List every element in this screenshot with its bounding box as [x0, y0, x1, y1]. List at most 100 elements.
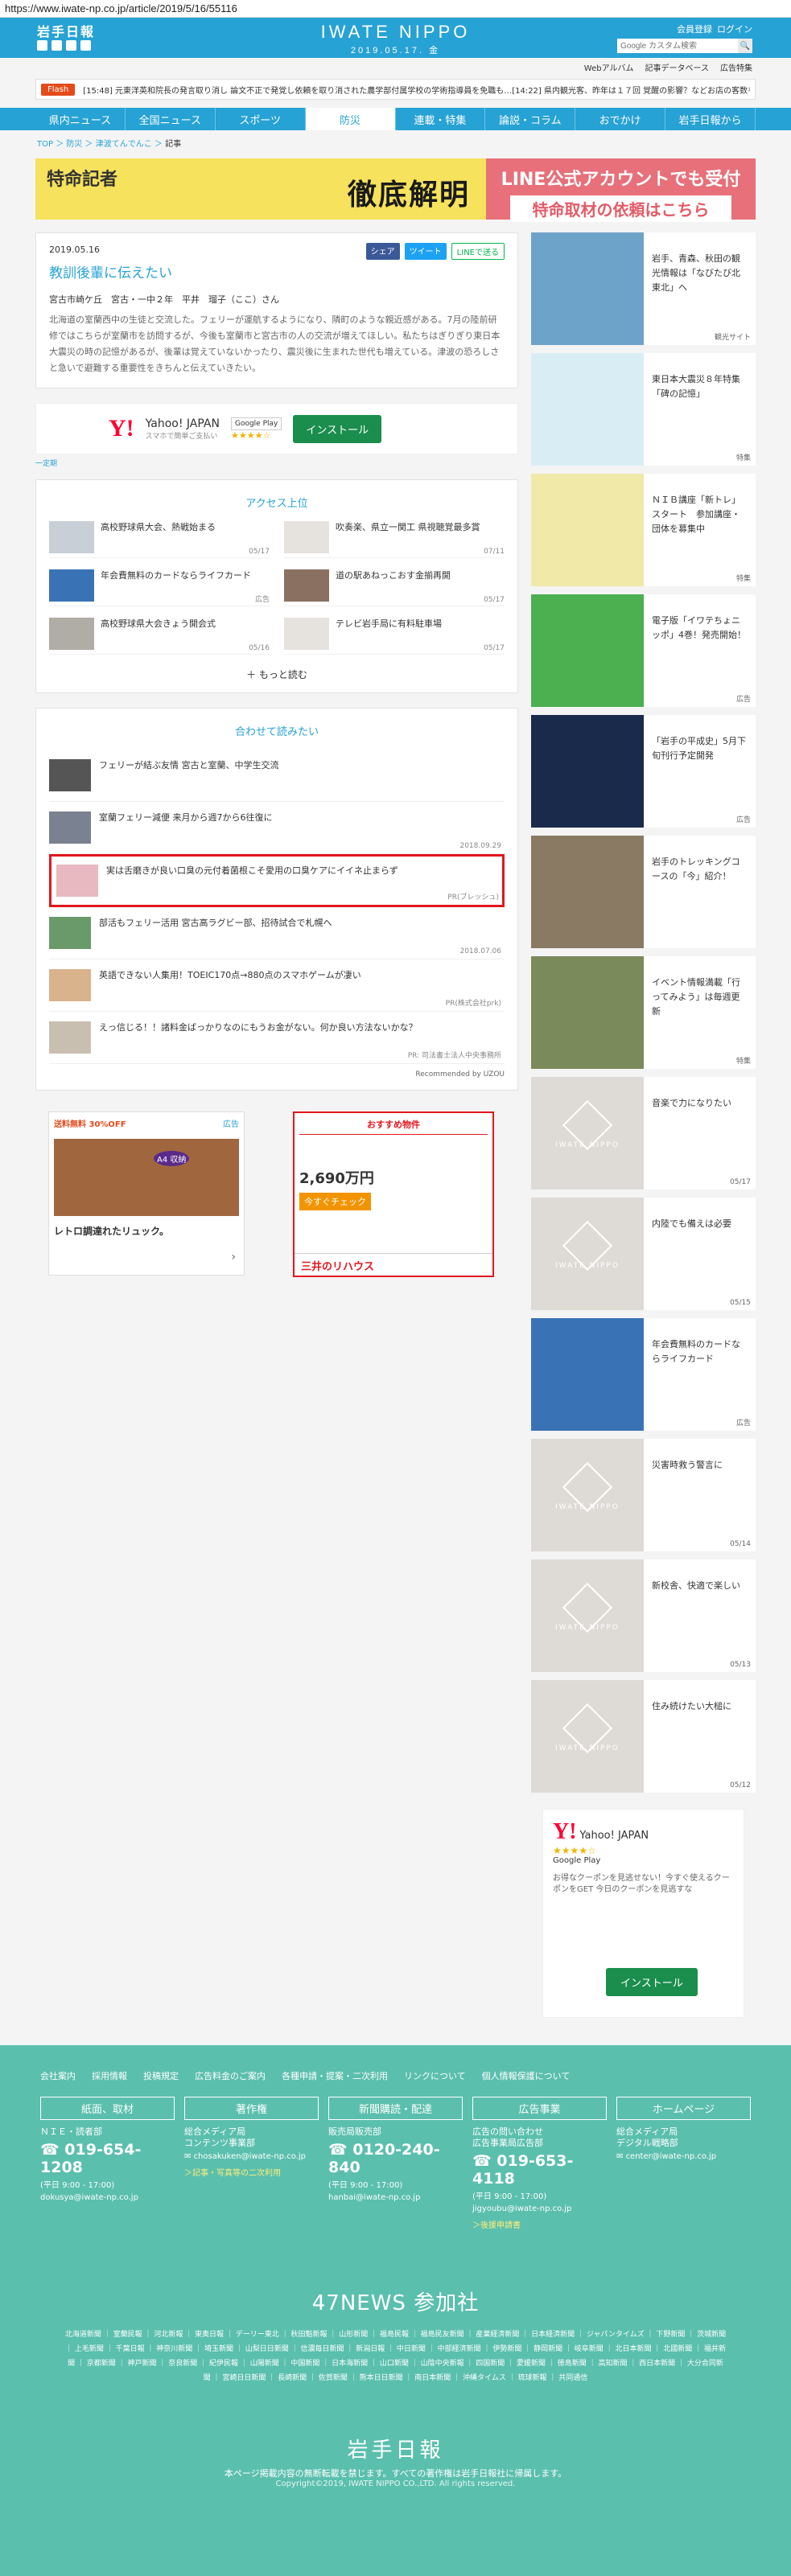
ranking-text: 高校野球県大会、熱戦始まる	[101, 522, 216, 532]
search-icon[interactable]: 🔍	[738, 39, 752, 53]
web-album-link[interactable]: Webアルバム	[584, 61, 634, 73]
ranking-item[interactable]: 年会費無料のカードならライフカード 広告	[49, 569, 270, 606]
sidebar-item[interactable]: イベント情報満載「行ってみよう」は毎週更新 特集	[531, 956, 756, 1069]
house-ad-cta[interactable]: 今すぐチェック	[299, 1193, 371, 1210]
footer-col-head[interactable]: 紙面、取材	[40, 2097, 175, 2120]
nav-local[interactable]: 県内ニュース	[35, 108, 126, 130]
footer-col-link[interactable]: ＞後援申請書	[472, 2218, 607, 2230]
footer-phone[interactable]: ☎ 019-653-4118	[472, 2152, 607, 2188]
sidebar-tag: 広告	[735, 1419, 751, 1428]
sidebar-item[interactable]: 岩手、青森、秋田の観光情報は「なびたび北東北」へ 観光サイト	[531, 232, 756, 345]
line-share-button[interactable]: LINEで送る	[451, 243, 505, 260]
ranking-item[interactable]: 高校野球県大会、熱戦始まる 05/17	[49, 521, 270, 558]
powered-by[interactable]: Recommended by UZOU	[49, 1070, 505, 1078]
sidebar-item[interactable]: 電子版「イワテちょニッポ」4巻！発売開始！ 広告	[531, 594, 756, 707]
footer-col-head[interactable]: ホームページ	[616, 2097, 751, 2120]
footer-col-head[interactable]: 広告事業	[472, 2097, 607, 2120]
sidebar-item[interactable]: 音楽で力になりたい 05/17	[531, 1077, 756, 1189]
footer-mail[interactable]: hanbai@iwate-np.co.jp	[328, 2193, 463, 2202]
footer-link[interactable]: 個人情報保護について	[482, 2069, 571, 2082]
footer-col-head[interactable]: 著作権	[184, 2097, 319, 2120]
sidebar-thumb	[531, 956, 644, 1069]
ranking-item[interactable]: 道の駅あねっこおす金揃再開 05/17	[284, 569, 505, 606]
nav-national[interactable]: 全国ニュース	[126, 108, 216, 130]
sidebar-text: 新校舎、快適で楽しい	[652, 1580, 740, 1591]
footer-mail[interactable]: jigyoubu@iwate-np.co.jp	[472, 2204, 607, 2213]
sidebar-text: 「岩手の平成史」5月下旬刊行予定開発	[652, 736, 746, 761]
search-input[interactable]	[617, 39, 738, 53]
database-link[interactable]: 記事データベース	[645, 61, 710, 73]
recommend-item-sponsored[interactable]: 実は舌磨きが良い口臭の元付着菌根こそ愛用の口臭ケアにイイネ止まらず PR(ブレッシ…	[49, 854, 505, 907]
footer-col-line: デジタル戦略部	[616, 2138, 678, 2148]
recommend-thumb	[49, 969, 91, 1001]
sidebar-thumb	[531, 474, 644, 586]
recommend-section: 合わせて読みたい フェリーが結ぶ友情 宮古と室蘭、中学生交流 室蘭フェリー減便 …	[35, 708, 518, 1091]
nav-series[interactable]: 連載・特集	[396, 108, 486, 130]
house-ad[interactable]: おすすめ物件 2,690万円 今すぐチェック 三井のリハウス	[293, 1111, 494, 1277]
footer-link[interactable]: 会社案内	[40, 2069, 76, 2082]
nav-disaster[interactable]: 防災	[305, 108, 396, 130]
footer-phone[interactable]: ☎ 0120-240-840	[328, 2141, 463, 2176]
footer-mail[interactable]: ✉ chosakuken@iwate-np.co.jp	[184, 2152, 319, 2161]
address-bar[interactable]: https://www.iwate-np.co.jp/article/2019/…	[0, 0, 791, 18]
facebook-share-button[interactable]: シェア	[365, 243, 400, 260]
recommend-thumb	[49, 759, 91, 791]
sidebar-item[interactable]: 災害時救う警言に 05/14	[531, 1439, 756, 1551]
backpack-ad[interactable]: 送料無料 30%OFF 広告 A4 収納 レトロ調達れたリュック。 ›	[48, 1111, 245, 1276]
footer-link[interactable]: 投稿規定	[143, 2069, 179, 2082]
recommend-item[interactable]: 室蘭フェリー減便 来月から週7から6往復に 2018.09.29	[49, 802, 505, 854]
sidebar-item[interactable]: ＮＩＢ講座「新トレ」スタート 参加講座・団体を募集中 特集	[531, 474, 756, 586]
twitter-share-button[interactable]: ツイート	[404, 243, 447, 260]
chevron-right-icon[interactable]: ›	[231, 1251, 236, 1263]
ranking-item[interactable]: 吹奏楽、県立一関工 県視聴覚最多賞 07/11	[284, 521, 505, 558]
more-button[interactable]: ＋ もっと読む	[49, 668, 505, 681]
phone-icon: ☎	[472, 2152, 497, 2170]
footer-link[interactable]: 広告料金のご案内	[195, 2069, 266, 2082]
site-header: 岩手日報 IWATE NIPPO 2019.05.17. 金 会員登録 ログイン…	[0, 18, 791, 58]
sidebar-item[interactable]: 岩手のトレッキングコースの「今」紹介！	[531, 836, 756, 948]
bc-tendenko[interactable]: 津波てんでんこ	[96, 140, 152, 149]
bc-top[interactable]: TOP	[37, 140, 53, 149]
nav-from-nippo[interactable]: 岩手日報から	[665, 108, 756, 130]
recommend-item[interactable]: えっ信じる！！諸料金ばっかりなのにもうお金がない。何か良い方法ないかな？ PR: …	[49, 1012, 505, 1064]
news47-members[interactable]: 北海道新聞 ｜ 室蘭民報 ｜ 河北新報 ｜ 東奥日報 ｜ デーリー東北 ｜ 秋田…	[40, 2327, 751, 2385]
sidebar-item[interactable]: 住み続けたい大槌に 05/12	[531, 1680, 756, 1793]
ranking-item[interactable]: テレビ岩手局に有料駐車場 05/17	[284, 618, 505, 655]
footer-link[interactable]: 各種申請・提案・二次利用	[282, 2069, 388, 2082]
install-button[interactable]: インストール	[293, 414, 382, 443]
sidebar-item[interactable]: 東日本大震災８年特集「碑の記憶」 特集	[531, 353, 756, 466]
recommend-item[interactable]: 部活もフェリー活用 宮古高ラグビー部、招待試合で札幌へ 2018.07.06	[49, 907, 505, 959]
footer-col-head[interactable]: 新聞購読・配達	[328, 2097, 463, 2120]
search-box: 🔍	[617, 39, 752, 53]
ranking-item[interactable]: 高校野球県大会きょう開会式 05/16	[49, 618, 270, 655]
nav-column[interactable]: 論説・コラム	[485, 108, 576, 130]
sidebar-install-button[interactable]: インストール	[606, 1968, 698, 1996]
sidebar-item[interactable]: 「岩手の平成史」5月下旬刊行予定開発 広告	[531, 715, 756, 828]
footer-logo[interactable]: 岩手日報	[40, 2434, 751, 2463]
nav-sports[interactable]: スポーツ	[216, 108, 306, 130]
ad-label[interactable]: 一定期	[35, 458, 518, 468]
footer-mail[interactable]: dokusya@iwate-np.co.jp	[40, 2193, 175, 2202]
footer-mail[interactable]: ✉ center@iwate-np.co.jp	[616, 2152, 751, 2161]
flash-text[interactable]: [15:48] 元東洋英和院長の発言取り消し 論文不正で発覚し依頼を取り消された…	[83, 84, 750, 96]
footer-col-link[interactable]: ＞記事・写真等の二次利用	[184, 2166, 319, 2178]
ad-feature-link[interactable]: 広告特集	[720, 61, 752, 73]
sidebar-app-ad[interactable]: Y! Yahoo! JAPAN ★★★★☆ Google Play お得なクーポ…	[542, 1809, 744, 2018]
bc-disaster[interactable]: 防災	[66, 140, 82, 149]
footer-link[interactable]: リンクについて	[404, 2069, 466, 2082]
footer-link[interactable]: 採用情報	[92, 2069, 127, 2082]
recommend-item[interactable]: フェリーが結ぶ友情 宮古と室蘭、中学生交流	[49, 750, 505, 802]
login-link[interactable]: ログイン	[717, 23, 752, 35]
ad-tag[interactable]: 広告	[223, 1117, 239, 1129]
app-install-ad[interactable]: Y! Yahoo! JAPAN スマホで簡単ご支払い Google Play ★…	[35, 403, 518, 454]
promo-banner[interactable]: 特命記者 徹底解明 LINE公式アカウントでも受付 特命取材の依頼はこちら	[35, 158, 756, 222]
sidebar-item[interactable]: 内陸でも備えは必要 05/15	[531, 1198, 756, 1310]
register-link[interactable]: 会員登録	[677, 23, 712, 35]
backpack-badge: A4 収納	[154, 1151, 190, 1166]
nav-outing[interactable]: おでかけ	[575, 108, 666, 130]
footer-phone[interactable]: ☎ 019-654-1208	[40, 2141, 175, 2176]
sidebar-item[interactable]: 新校舎、快適で楽しい 05/13	[531, 1559, 756, 1672]
sidebar-item[interactable]: 年会費無料のカードならライフカード 広告	[531, 1318, 756, 1431]
footer-col-line: 広告事業局広告部	[472, 2138, 543, 2148]
recommend-item[interactable]: 英語できない人集用！TOEIC170点→880点のスマホゲームが凄い PR(株式会…	[49, 959, 505, 1012]
